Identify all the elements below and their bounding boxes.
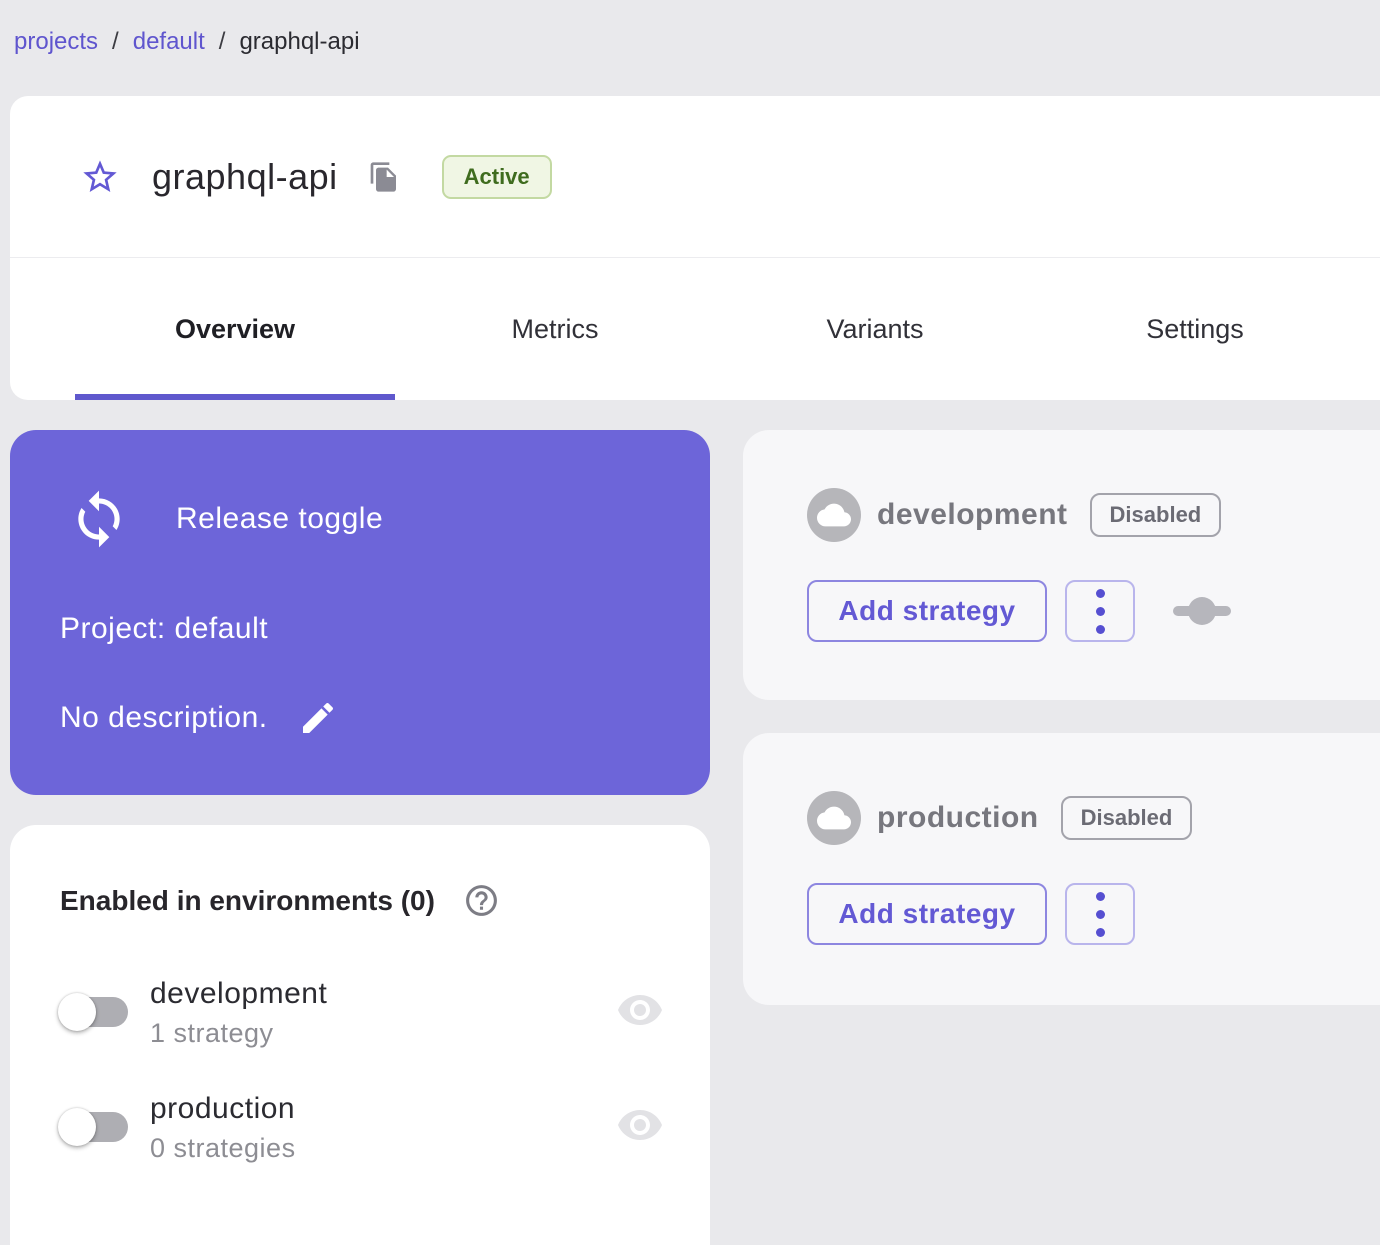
tab-overview[interactable]: Overview xyxy=(75,258,395,400)
environment-toggle-row-production: production 0 strategies xyxy=(50,1085,690,1169)
environment-menu-button[interactable] xyxy=(1065,580,1135,642)
breadcrumb-separator: / xyxy=(112,28,119,55)
tab-metrics[interactable]: Metrics xyxy=(395,258,715,400)
kebab-dot xyxy=(1095,909,1105,919)
tab-settings[interactable]: Settings xyxy=(1035,258,1355,400)
row-environment-name: production xyxy=(150,1092,296,1125)
kebab-dot xyxy=(1095,588,1105,598)
feature-header-row: graphql-api Active xyxy=(10,96,1380,258)
toggle-type-card: Release toggle Project: default No descr… xyxy=(10,430,710,795)
tab-bar: Overview Metrics Variants Settings xyxy=(10,258,1380,400)
feature-title: graphql-api xyxy=(152,155,338,197)
environment-toggle-row-development: development 1 strategy xyxy=(50,970,690,1054)
environment-status-chip: Disabled xyxy=(1060,796,1193,840)
enabled-environments-card: Enabled in environments (0) development … xyxy=(10,825,710,1245)
row-labels: production 0 strategies xyxy=(150,1089,296,1167)
environment-actions: Add strategy xyxy=(807,580,1233,642)
environment-card-development: development Disabled Add strategy xyxy=(743,430,1380,700)
enabled-environments-title: Enabled in environments (0) xyxy=(60,884,435,916)
favorite-star-icon[interactable] xyxy=(80,157,120,197)
toggle-type-row: Release toggle xyxy=(68,488,383,550)
active-tab-indicator xyxy=(75,394,395,400)
row-strategy-count: 0 strategies xyxy=(150,1133,296,1163)
visibility-eye-icon[interactable] xyxy=(616,1101,664,1149)
loop-icon xyxy=(78,490,120,548)
breadcrumb-link-projects[interactable]: projects xyxy=(14,28,98,56)
add-strategy-button[interactable]: Add strategy xyxy=(807,580,1047,642)
tab-variants[interactable]: Variants xyxy=(715,258,1035,400)
environment-actions: Add strategy xyxy=(807,883,1135,945)
row-environment-name: development xyxy=(150,977,328,1010)
add-strategy-button[interactable]: Add strategy xyxy=(807,883,1047,945)
breadcrumb-current: graphql-api xyxy=(239,28,360,55)
kebab-dot xyxy=(1095,624,1105,634)
enabled-environments-header: Enabled in environments (0) xyxy=(60,882,500,919)
feature-header-card: graphql-api Active Overview Metrics Vari… xyxy=(10,96,1380,400)
switch-thumb xyxy=(58,993,96,1031)
description-text: No description. xyxy=(60,701,268,734)
environment-switch-production[interactable] xyxy=(58,1103,130,1151)
environment-status-chip: Disabled xyxy=(1089,493,1222,537)
environment-name: production xyxy=(877,801,1039,834)
environment-header: production Disabled xyxy=(807,791,1193,845)
breadcrumb-link-default[interactable]: default xyxy=(133,28,205,56)
kebab-dot xyxy=(1095,606,1105,616)
copy-name-icon[interactable] xyxy=(368,161,400,193)
toggle-type-label: Release toggle xyxy=(176,502,384,535)
breadcrumb: projects / default / graphql-api xyxy=(14,28,360,56)
switch-thumb xyxy=(58,1108,96,1146)
environment-menu-button[interactable] xyxy=(1065,883,1135,945)
environment-header: development Disabled xyxy=(807,488,1222,542)
visibility-eye-icon[interactable] xyxy=(616,986,664,1034)
kebab-dot xyxy=(1095,927,1105,937)
slider-icon[interactable] xyxy=(1171,596,1233,626)
status-badge: Active xyxy=(441,154,552,199)
row-labels: development 1 strategy xyxy=(150,974,327,1052)
description-row: No description. xyxy=(60,698,338,738)
environment-switch-development[interactable] xyxy=(58,988,130,1036)
help-icon[interactable] xyxy=(463,882,500,919)
cloud-icon xyxy=(807,488,861,542)
edit-description-icon[interactable] xyxy=(298,698,338,738)
environment-name: development xyxy=(877,498,1068,531)
kebab-dot xyxy=(1095,891,1105,901)
row-strategy-count: 1 strategy xyxy=(150,1018,274,1048)
breadcrumb-separator: / xyxy=(218,28,226,55)
environment-card-production: production Disabled Add strategy xyxy=(743,733,1380,1005)
cloud-icon xyxy=(807,791,861,845)
project-label: Project: default xyxy=(60,612,269,645)
